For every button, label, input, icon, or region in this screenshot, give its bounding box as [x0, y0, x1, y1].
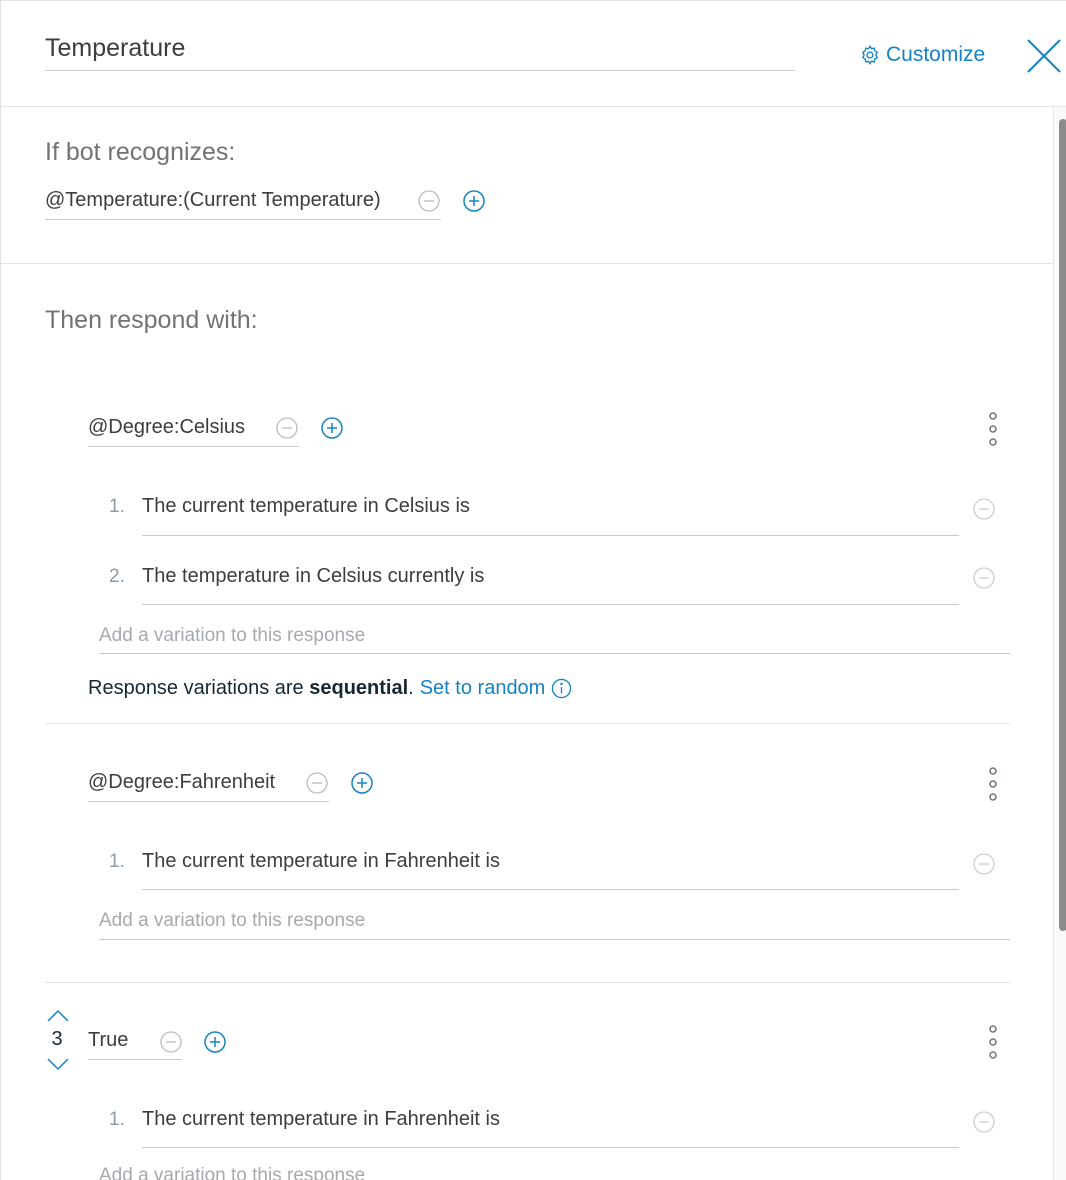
remove-variation-icon[interactable]	[973, 1111, 995, 1133]
remove-variation-icon[interactable]	[973, 853, 995, 875]
move-up-icon[interactable]	[47, 1009, 69, 1022]
responses-heading: Then respond with:	[45, 306, 258, 334]
add-variation-underline	[99, 939, 1010, 940]
info-icon[interactable]	[551, 678, 572, 699]
remove-condition-icon[interactable]	[160, 1031, 182, 1053]
add-condition-icon[interactable]	[463, 190, 485, 212]
add-condition-icon[interactable]	[321, 417, 343, 439]
variation-underline	[142, 1147, 959, 1148]
variation-mode-prefix: Response variations are	[88, 677, 310, 699]
add-variation-underline	[99, 653, 1010, 654]
node-condition-input[interactable]: @Temperature:(Current Temperature)	[45, 184, 441, 220]
add-condition-icon[interactable]	[351, 772, 373, 794]
variation-underline	[142, 535, 959, 536]
response-condition-input[interactable]: @Degree:Fahrenheit	[88, 766, 329, 802]
remove-condition-icon[interactable]	[418, 190, 440, 212]
customize-button[interactable]: Customize	[859, 41, 985, 69]
variation-mode-suffix: .	[408, 677, 414, 699]
close-icon[interactable]	[1025, 37, 1063, 75]
set-to-random-link[interactable]: Set to random	[420, 677, 546, 700]
remove-condition-icon[interactable]	[306, 772, 328, 794]
response-condition-input[interactable]: @Degree:Celsius	[88, 411, 299, 447]
variation-text-input[interactable]: The temperature in Celsius currently is	[142, 565, 484, 588]
variation-text-input[interactable]: The current temperature in Celsius is	[142, 495, 470, 518]
variation-mode-value: sequential	[309, 677, 409, 699]
editor-header: Temperature Customize	[1, 1, 1066, 107]
add-variation-input[interactable]: Add a variation to this response	[99, 625, 365, 647]
condition-heading: If bot recognizes:	[45, 138, 236, 166]
remove-condition-icon[interactable]	[276, 417, 298, 439]
block-order-number[interactable]: 3	[45, 1028, 69, 1051]
variation-number: 2.	[109, 566, 125, 587]
add-variation-input[interactable]: Add a variation to this response	[99, 1165, 365, 1180]
more-options-icon[interactable]	[986, 1023, 1000, 1061]
add-condition-icon[interactable]	[204, 1031, 226, 1053]
variation-text-input[interactable]: The current temperature in Fahrenheit is	[142, 850, 500, 873]
block-divider	[45, 982, 1010, 983]
variation-number: 1.	[109, 496, 125, 517]
add-variation-input[interactable]: Add a variation to this response	[99, 910, 365, 932]
node-title-input[interactable]: Temperature	[45, 31, 795, 71]
customize-label: Customize	[886, 43, 986, 66]
variation-underline	[142, 889, 959, 890]
gear-icon	[861, 44, 879, 66]
variation-number: 1.	[109, 1109, 125, 1130]
scrollbar-thumb[interactable]	[1059, 119, 1066, 931]
variation-underline	[142, 604, 959, 605]
variation-mode-text: Response variations are sequential . Set…	[88, 677, 572, 700]
block-divider	[45, 723, 1010, 724]
move-down-icon[interactable]	[47, 1058, 69, 1071]
more-options-icon[interactable]	[986, 765, 1000, 803]
remove-variation-icon[interactable]	[973, 567, 995, 589]
more-options-icon[interactable]	[986, 410, 1000, 448]
remove-variation-icon[interactable]	[973, 498, 995, 520]
variation-text-input[interactable]: The current temperature in Fahrenheit is	[142, 1108, 500, 1131]
dialog-node-editor: Temperature Customize If bot recognizes:…	[0, 0, 1066, 1180]
section-divider	[1, 263, 1053, 264]
variation-number: 1.	[109, 851, 125, 872]
